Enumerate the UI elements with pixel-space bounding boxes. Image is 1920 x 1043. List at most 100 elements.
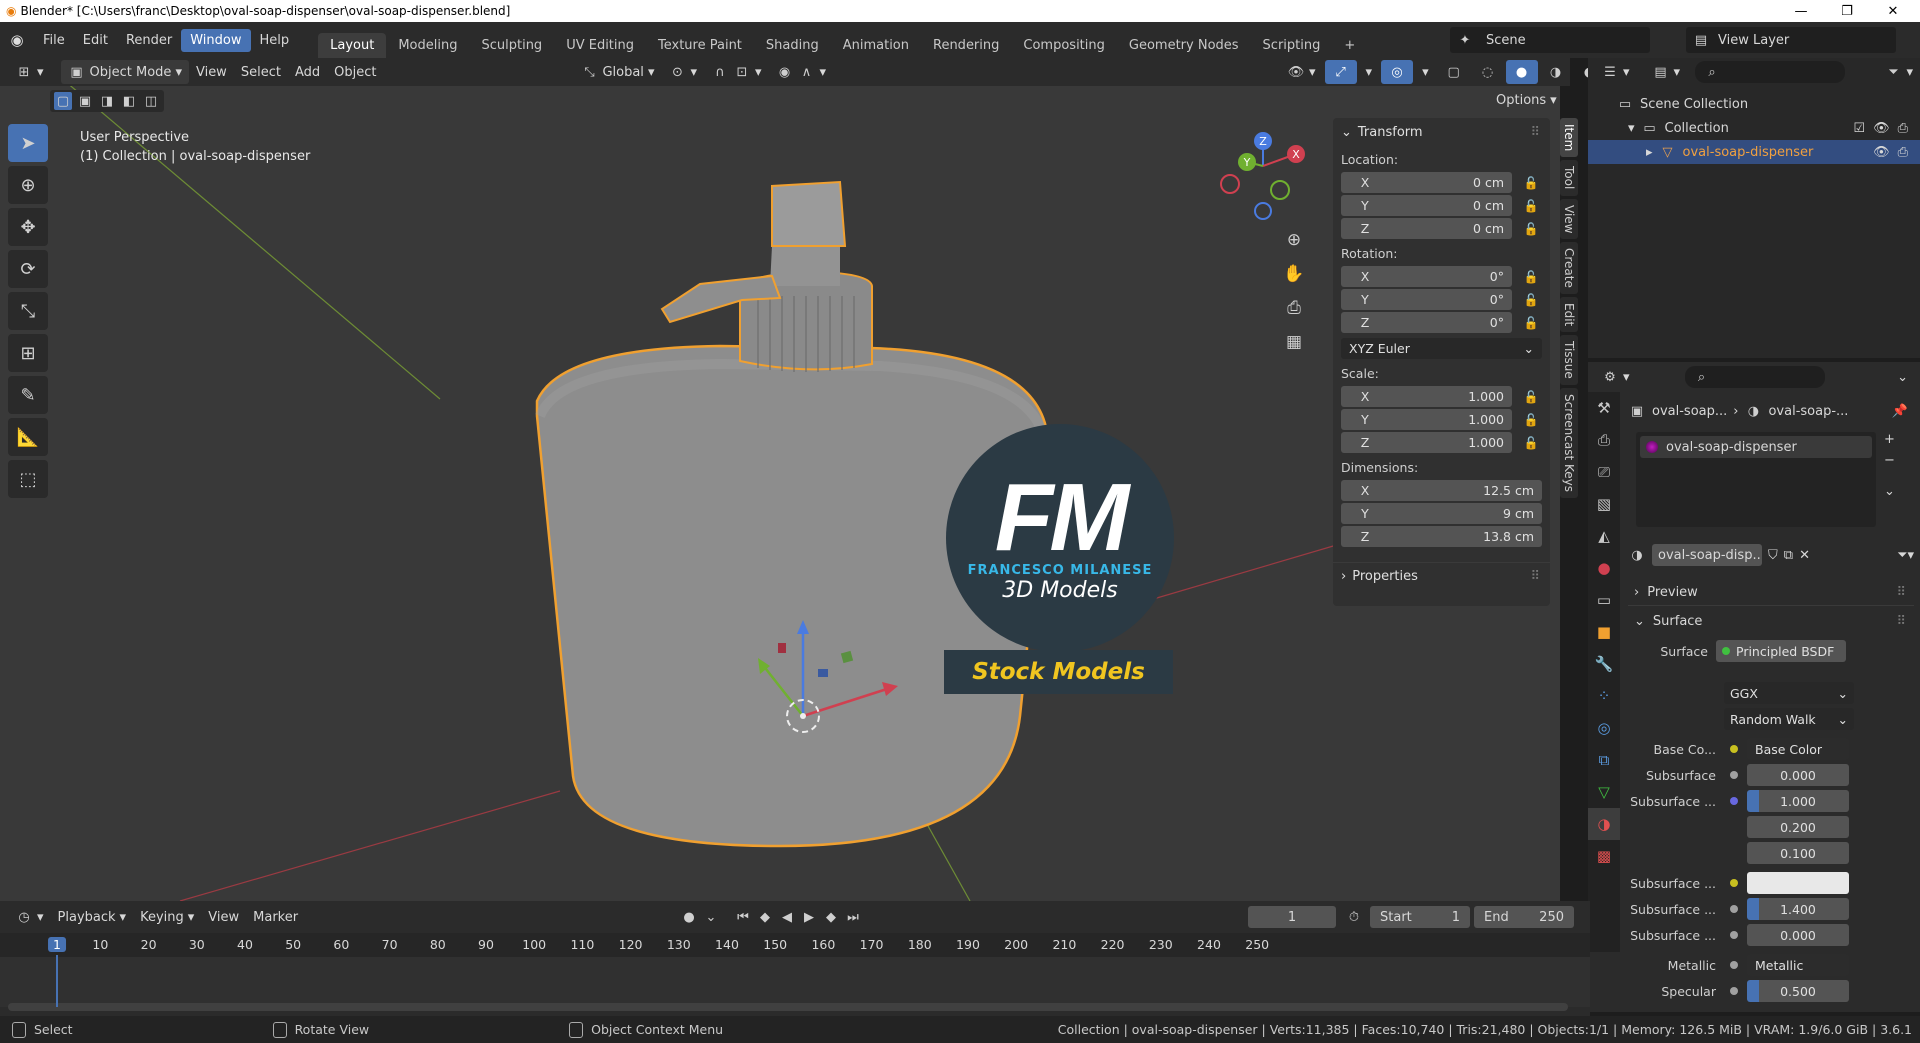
subsurface-method-dropdown[interactable]: Random Walk ⌄ [1724, 708, 1854, 730]
camera-icon[interactable]: ⎙ [1898, 145, 1908, 160]
lock-icon[interactable]: 🔓 [1520, 199, 1542, 213]
chevron-down-icon[interactable]: ⌄ [1897, 370, 1908, 385]
rotation-y-field[interactable]: Y 0° [1341, 289, 1512, 310]
drag-handle-icon[interactable]: ⠿ [1896, 614, 1906, 629]
frame-ruler[interactable]: 1 10 20 30 40 50 60 70 80 90 100 110 120 130 140 150 160… [0, 933, 1590, 957]
shader-input-field[interactable] [1747, 872, 1849, 894]
tab-output[interactable]: ⎚ [1588, 456, 1620, 488]
tree-item-scene-collection[interactable]: ▭ Scene Collection [1588, 92, 1920, 116]
transform-header[interactable]: ⌄ Transform ⠿ [1333, 118, 1550, 146]
socket-dot-icon[interactable] [1730, 961, 1738, 969]
prev-keyframe-icon[interactable]: ◆ [756, 908, 774, 926]
location-y-field[interactable]: Y 0 cm [1341, 195, 1512, 216]
tab-data[interactable]: ▽ [1588, 776, 1620, 808]
tab-scripting[interactable]: Scripting [1251, 33, 1333, 58]
tab-screencast-keys[interactable]: Screencast Keys [1560, 388, 1578, 499]
next-keyframe-icon[interactable]: ◆ [822, 908, 840, 926]
pivot-dropdown[interactable]: ⊙ ▾ [661, 60, 704, 84]
rotation-mode-dropdown[interactable]: XYZ Euler ⌄ [1341, 338, 1542, 359]
wireframe-shading[interactable]: ◌ [1472, 60, 1504, 84]
lock-icon[interactable]: 🔓 [1520, 270, 1542, 284]
timeline-track-area[interactable] [0, 957, 1590, 1007]
tab-particles[interactable]: ⁘ [1588, 680, 1620, 712]
eye-icon[interactable]: 👁 [1873, 145, 1890, 160]
lock-icon[interactable]: 🔓 [1520, 176, 1542, 190]
expand-right-icon[interactable]: ▸ [1646, 145, 1653, 160]
tab-layout[interactable]: Layout [318, 33, 387, 58]
blender-menu-icon[interactable]: ◉ [0, 31, 34, 49]
tab-view-layer[interactable]: ▧ [1588, 488, 1620, 520]
playhead-line[interactable] [56, 955, 58, 1007]
socket-dot-icon[interactable] [1730, 823, 1738, 831]
play-reverse-icon[interactable]: ◀ [778, 908, 796, 926]
select-new-icon[interactable]: ▢ [54, 92, 72, 110]
unlink-x-icon[interactable]: ✕ [1799, 548, 1810, 563]
tab-tool-props[interactable]: ⚒ [1588, 392, 1620, 424]
camera-icon[interactable]: ⎙ [1280, 294, 1308, 322]
socket-dot-icon[interactable] [1730, 905, 1738, 913]
properties-editor-type[interactable]: ⚙ ▾ [1594, 365, 1637, 389]
tab-uv-editing[interactable]: UV Editing [554, 33, 646, 58]
menu-select[interactable]: Select [234, 62, 288, 83]
scene-selector[interactable]: ✦ Scene [1450, 27, 1650, 53]
navigation-gizmo[interactable]: Z X Y [1220, 132, 1305, 220]
proportional-edit-toggle[interactable]: ◉ ∧ ▾ [769, 60, 834, 84]
menu-marker[interactable]: Marker [246, 907, 305, 928]
properties-search-input[interactable]: ⌕ [1684, 366, 1825, 388]
rotation-z-field[interactable]: Z 0° [1341, 312, 1512, 333]
cursor-tool[interactable]: ⊕ [8, 166, 48, 204]
remove-slot-icon[interactable]: − [1884, 453, 1895, 468]
play-icon[interactable]: ▶ [800, 908, 818, 926]
timeline-editor[interactable]: 1 10 20 30 40 50 60 70 80 90 100 110 120 130 140 150 160… [0, 933, 1590, 1016]
menu-help[interactable]: Help [251, 29, 299, 52]
checkbox-icon[interactable]: ☑ [1853, 121, 1865, 136]
camera-icon[interactable]: ⎙ [1898, 121, 1908, 136]
scale-x-field[interactable]: X 1.000 [1341, 386, 1512, 407]
tab-texture-paint[interactable]: Texture Paint [646, 33, 754, 58]
socket-dot-icon[interactable] [1730, 797, 1738, 805]
overlay-toggle[interactable]: ◎ [1381, 60, 1414, 84]
menu-playback[interactable]: Playback ▾ [51, 907, 134, 928]
socket-dot-icon[interactable] [1730, 849, 1738, 857]
material-slot-item[interactable]: oval-soap-dispenser [1640, 436, 1872, 458]
minimize-button[interactable]: — [1778, 0, 1824, 22]
mode-dropdown[interactable]: ▣ Object Mode ▾ [60, 60, 189, 84]
eye-icon[interactable]: 👁 [1873, 121, 1890, 136]
scale-z-field[interactable]: Z 1.000 [1341, 432, 1512, 453]
rotate-tool[interactable]: ⟳ [8, 250, 48, 288]
gizmo-toggle[interactable]: ⤢ [1324, 60, 1357, 84]
start-frame-field[interactable]: Start 1 [1370, 906, 1470, 928]
drag-handle-icon[interactable]: ⠿ [1896, 585, 1906, 600]
expand-down-icon[interactable]: ▾ [1628, 121, 1635, 136]
socket-dot-icon[interactable] [1730, 987, 1738, 995]
select-box-tool[interactable]: ➤ [8, 124, 48, 162]
outliner-search-input[interactable]: ⌕ [1695, 61, 1846, 83]
options-dropdown[interactable]: Options ▾ [1496, 86, 1557, 114]
lock-icon[interactable]: 🔓 [1520, 222, 1542, 236]
tab-collection[interactable]: ▭ [1588, 584, 1620, 616]
properties-header[interactable]: › Properties ⠿ [1333, 562, 1550, 590]
menu-window[interactable]: Window [181, 28, 251, 52]
shader-input-field[interactable]: 0.000 [1747, 764, 1849, 786]
surface-shader-field[interactable]: Principled BSDF [1716, 640, 1846, 662]
add-slot-icon[interactable]: + [1884, 432, 1895, 447]
tab-rendering[interactable]: Rendering [921, 33, 1011, 58]
3d-viewport[interactable]: Z X Y User Perspective (1) Collection | … [0, 86, 1560, 901]
shader-input-field[interactable]: Metallic [1747, 954, 1849, 976]
transform-tool[interactable]: ⊞ [8, 334, 48, 372]
visibility-dropdown[interactable]: 👁 ▾ [1280, 60, 1323, 84]
drag-handle-icon[interactable]: ⠿ [1530, 569, 1540, 584]
display-mode-dropdown[interactable]: ▤ ▾ [1645, 60, 1688, 84]
end-frame-field[interactable]: End 250 [1474, 906, 1574, 928]
current-frame-field[interactable]: 1 [1248, 906, 1336, 928]
menu-edit[interactable]: Edit [74, 29, 117, 52]
menu-add[interactable]: Add [288, 62, 327, 83]
socket-dot-icon[interactable] [1730, 931, 1738, 939]
snap-toggle[interactable]: ∩ ⊡ ▾ [704, 60, 769, 84]
maximize-button[interactable]: ❐ [1824, 0, 1870, 22]
scale-y-field[interactable]: Y 1.000 [1341, 409, 1512, 430]
material-browse-icon[interactable]: ◑ [1628, 546, 1646, 564]
location-x-field[interactable]: X 0 cm [1341, 172, 1512, 193]
shader-input-field[interactable]: 0.000 [1747, 924, 1849, 946]
editor-type-button[interactable]: ⊞ ▾ [8, 60, 51, 84]
